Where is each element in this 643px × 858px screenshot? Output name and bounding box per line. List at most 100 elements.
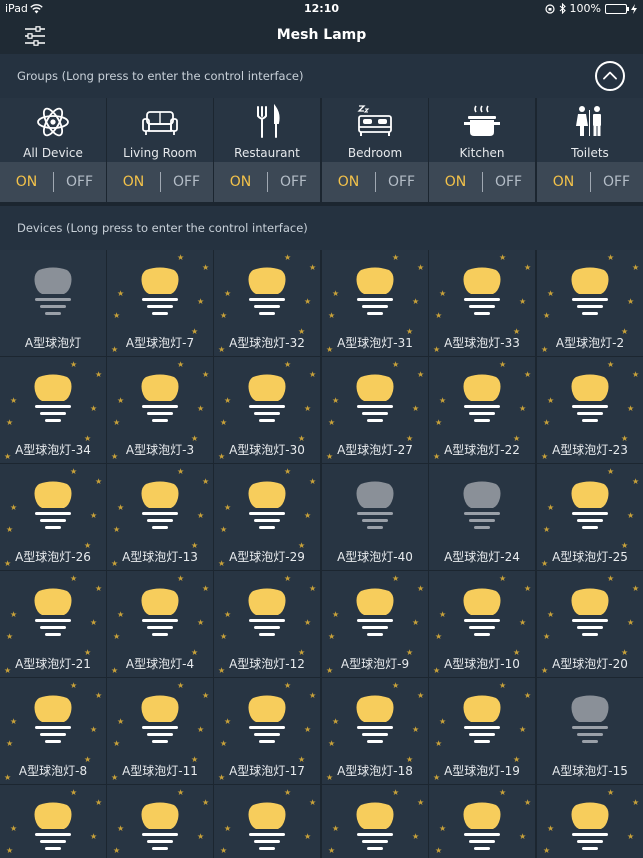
device-tile[interactable]: ★★★★★★★ [322, 785, 428, 858]
device-tile[interactable]: A型球泡灯 [0, 250, 106, 356]
bulb-on-icon [571, 802, 609, 850]
bulb-on-icon [34, 481, 72, 529]
sparkle-star-icon: ★ [392, 253, 400, 262]
device-tile[interactable]: ★ ★ ★ ★ ★ ★ ★ A型球泡灯-4 [107, 571, 213, 677]
device-tile[interactable]: A型球泡灯-15 [537, 678, 643, 784]
charging-icon [631, 3, 637, 14]
group-on-button[interactable]: ON [214, 162, 267, 202]
sparkle-star-icon: ★ [524, 370, 532, 379]
group-restaurant[interactable]: Restaurant ON OFF [214, 98, 320, 206]
device-tile[interactable]: A型球泡灯-24 [429, 464, 535, 570]
group-off-button[interactable]: OFF [267, 162, 320, 202]
sparkle-star-icon: ★ [284, 574, 292, 583]
collapse-chevron-up-icon[interactable] [595, 61, 625, 91]
sparkle-star-icon: ★ [519, 725, 527, 734]
group-living-room[interactable]: Living Room ON OFF [107, 98, 213, 206]
device-tile[interactable]: ★★★★★★★ [214, 785, 320, 858]
device-tile[interactable]: ★ ★ ★ ★ ★ ★ ★ A型球泡灯-23 [537, 357, 643, 463]
group-off-button[interactable]: OFF [53, 162, 106, 202]
device-tile[interactable]: ★ ★ ★ ★ ★ ★ ★ A型球泡灯-11 [107, 678, 213, 784]
sparkle-star-icon: ★ [197, 297, 205, 306]
device-tile[interactable]: ★ ★ ★ ★ ★ ★ ★ A型球泡灯-27 [322, 357, 428, 463]
bulb-on-icon [463, 267, 501, 315]
device-tile[interactable]: ★ ★ ★ ★ ★ ★ ★ A型球泡灯-19 [429, 678, 535, 784]
sparkle-star-icon: ★ [627, 618, 635, 627]
device-name: A型球泡灯-9 [340, 657, 410, 671]
sparkle-star-icon: ★ [117, 503, 125, 512]
group-off-button[interactable]: OFF [375, 162, 428, 202]
group-tile[interactable]: Kitchen [429, 98, 535, 162]
device-tile[interactable]: ★ ★ ★ ★ ★ ★ ★ A型球泡灯-20 [537, 571, 643, 677]
device-tile[interactable]: ★ ★ ★ ★ ★ ★ ★ A型球泡灯-12 [214, 571, 320, 677]
bulb-on-icon [356, 802, 394, 850]
device-tile[interactable]: ★★★★★★★ [107, 785, 213, 858]
device-tile[interactable]: ★ ★ ★ ★ ★ ★ ★ A型球泡灯-25 [537, 464, 643, 570]
group-tile[interactable]: Restaurant [214, 98, 320, 162]
sparkle-star-icon: ★ [632, 584, 640, 593]
group-off-button[interactable]: OFF [482, 162, 535, 202]
group-tile[interactable]: All Device [0, 98, 106, 162]
sparkle-star-icon: ★ [435, 739, 443, 748]
group-on-button[interactable]: ON [429, 162, 482, 202]
group-tile[interactable]: Toilets [537, 98, 643, 162]
group-toilets[interactable]: Toilets ON OFF [537, 98, 643, 206]
device-tile[interactable]: A型球泡灯-40 [322, 464, 428, 570]
group-kitchen[interactable]: Kitchen ON OFF [429, 98, 535, 206]
sparkle-star-icon: ★ [439, 396, 447, 405]
group-on-button[interactable]: ON [537, 162, 590, 202]
group-off-button[interactable]: OFF [590, 162, 643, 202]
bulb-on-icon [356, 588, 394, 636]
device-tile[interactable]: ★ ★ ★ ★ ★ ★ ★ A型球泡灯-18 [322, 678, 428, 784]
device-tile[interactable]: ★ ★ ★ ★ ★ ★ ★ A型球泡灯-26 [0, 464, 106, 570]
group-on-button[interactable]: ON [322, 162, 375, 202]
device-tile[interactable]: ★ ★ ★ ★ ★ ★ ★ A型球泡灯-9 [322, 571, 428, 677]
sparkle-star-icon: ★ [90, 404, 98, 413]
device-tile[interactable]: ★★★★★★★ [429, 785, 535, 858]
device-tile[interactable]: ★★★★★★★ [537, 785, 643, 858]
sparkle-star-icon: ★ [6, 846, 14, 855]
group-tile[interactable]: Bedroom [322, 98, 428, 162]
device-name: A型球泡灯-27 [337, 443, 413, 457]
group-on-button[interactable]: ON [107, 162, 160, 202]
device-tile[interactable]: ★ ★ ★ ★ ★ ★ ★ A型球泡灯-21 [0, 571, 106, 677]
sparkle-star-icon: ★ [632, 370, 640, 379]
device-tile[interactable]: ★ ★ ★ ★ ★ ★ ★ A型球泡灯-3 [107, 357, 213, 463]
device-tile[interactable]: ★ ★ ★ ★ ★ ★ ★ A型球泡灯-17 [214, 678, 320, 784]
sparkle-star-icon: ★ [543, 418, 551, 427]
group-bedroom[interactable]: Bedroom ON OFF [322, 98, 428, 206]
device-tile[interactable]: ★ ★ ★ ★ ★ ★ ★ A型球泡灯-30 [214, 357, 320, 463]
sparkle-star-icon: ★ [70, 360, 78, 369]
group-tile[interactable]: Living Room [107, 98, 213, 162]
device-tile[interactable]: ★ ★ ★ ★ ★ ★ ★ A型球泡灯-10 [429, 571, 535, 677]
group-label: Restaurant [234, 146, 300, 160]
device-tile[interactable]: ★ ★ ★ ★ ★ ★ ★ A型球泡灯-31 [322, 250, 428, 356]
bluetooth-icon [559, 3, 566, 14]
battery-icon [605, 3, 629, 14]
sparkle-star-icon: ★ [392, 681, 400, 690]
device-tile[interactable]: ★ ★ ★ ★ ★ ★ ★ A型球泡灯-33 [429, 250, 535, 356]
device-tile[interactable]: ★ ★ ★ ★ ★ ★ ★ A型球泡灯-22 [429, 357, 535, 463]
sparkle-star-icon: ★ [6, 525, 14, 534]
sparkle-star-icon: ★ [309, 477, 317, 486]
device-tile[interactable]: ★ ★ ★ ★ ★ ★ ★ A型球泡灯-32 [214, 250, 320, 356]
device-tile[interactable]: ★ ★ ★ ★ ★ ★ ★ A型球泡灯-34 [0, 357, 106, 463]
device-tile[interactable]: ★ ★ ★ ★ ★ ★ ★ A型球泡灯-2 [537, 250, 643, 356]
sparkle-star-icon: ★ [435, 632, 443, 641]
sparkle-star-icon: ★ [117, 396, 125, 405]
group-all-device[interactable]: All Device ON OFF [0, 98, 106, 206]
group-off-button[interactable]: OFF [160, 162, 213, 202]
device-tile[interactable]: ★ ★ ★ ★ ★ ★ ★ A型球泡灯-7 [107, 250, 213, 356]
device-tile[interactable]: ★ ★ ★ ★ ★ ★ ★ A型球泡灯-29 [214, 464, 320, 570]
group-on-button[interactable]: ON [0, 162, 53, 202]
sparkle-star-icon: ★ [95, 691, 103, 700]
device-tile[interactable]: ★ ★ ★ ★ ★ ★ ★ A型球泡灯-8 [0, 678, 106, 784]
device-name: A型球泡灯-32 [229, 336, 305, 350]
sparkle-star-icon: ★ [328, 418, 336, 427]
sparkle-star-icon: ★ [304, 511, 312, 520]
group-label: Kitchen [459, 146, 505, 160]
device-name: A型球泡灯-11 [122, 764, 198, 778]
device-tile[interactable]: ★★★★★★★ [0, 785, 106, 858]
device-tile[interactable]: ★ ★ ★ ★ ★ ★ ★ A型球泡灯-13 [107, 464, 213, 570]
sparkle-star-icon: ★ [202, 370, 210, 379]
sparkle-star-icon: ★ [6, 632, 14, 641]
